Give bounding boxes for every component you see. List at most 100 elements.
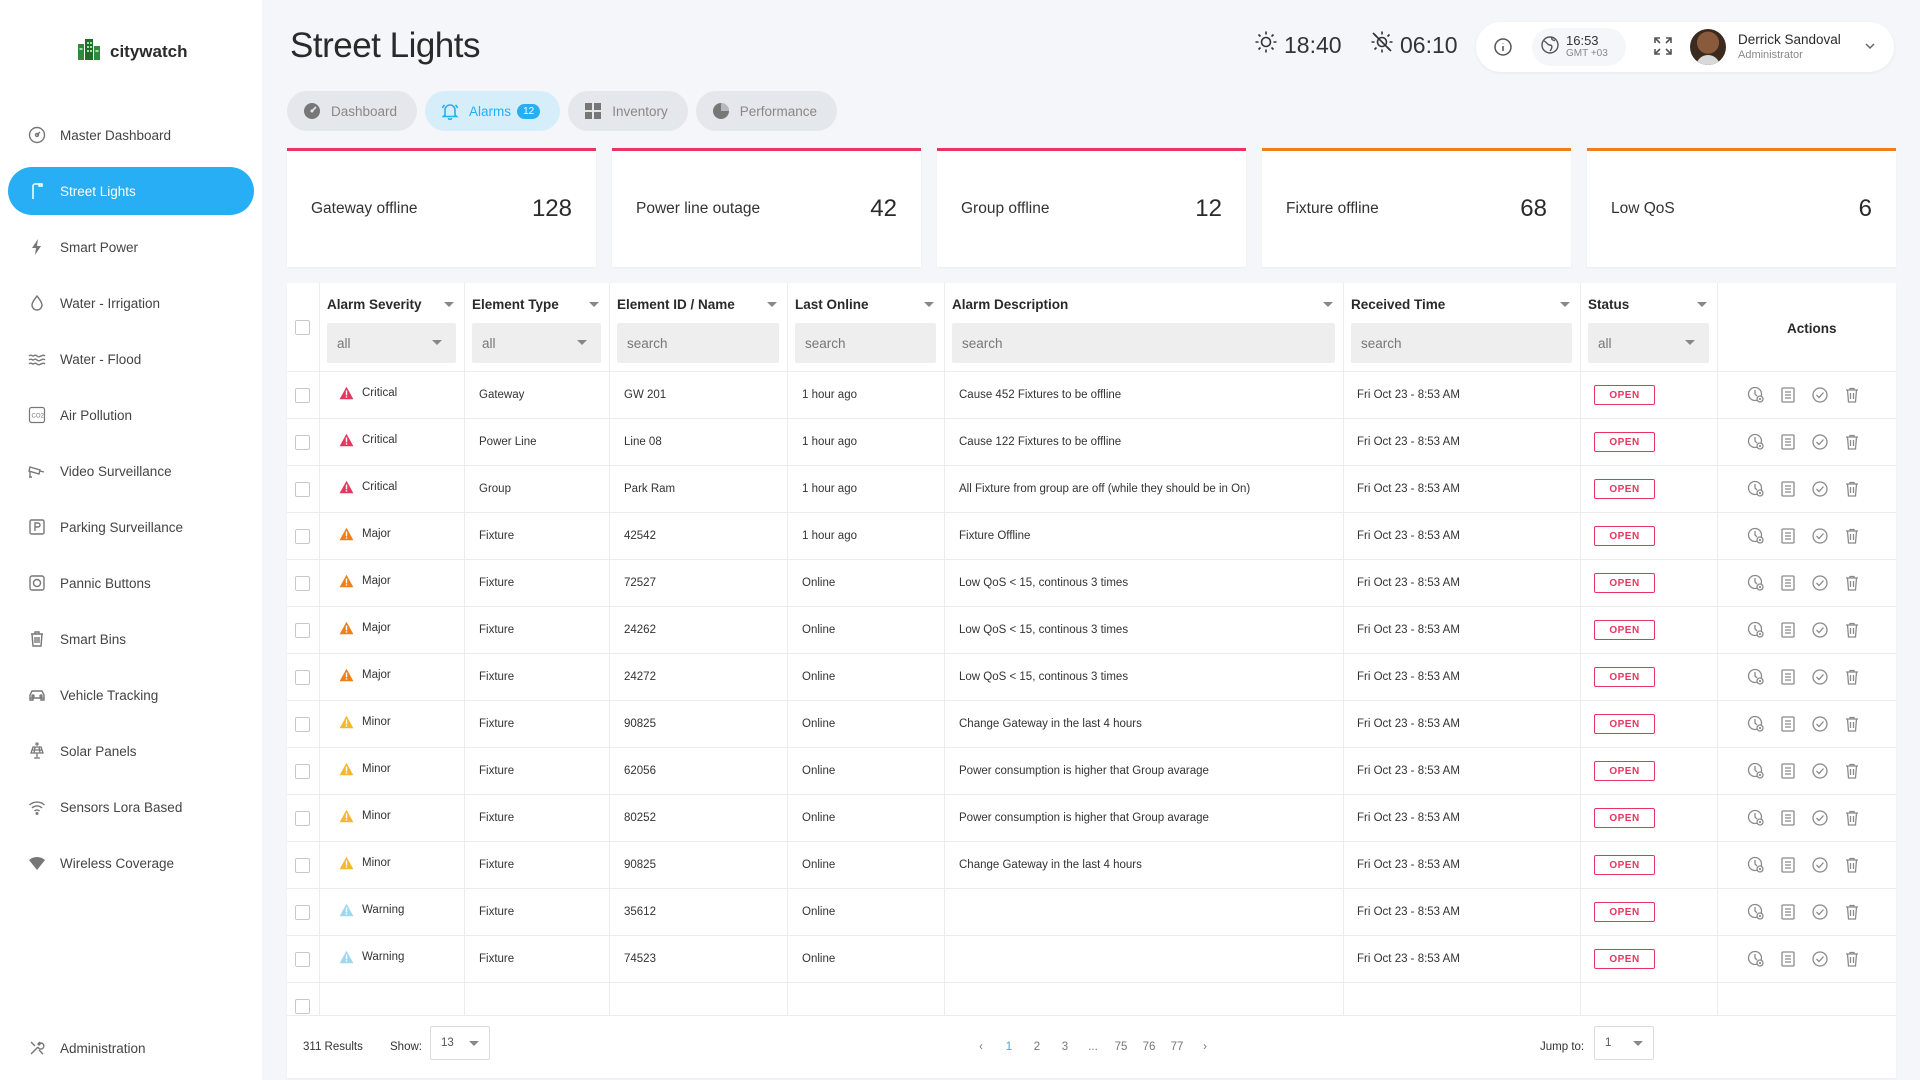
row-checkbox[interactable] <box>295 905 310 920</box>
row-checkbox[interactable] <box>295 999 310 1014</box>
details-icon[interactable] <box>1779 574 1797 592</box>
assign-icon[interactable] <box>1747 621 1765 639</box>
sidebar-item-sensors-lora-based[interactable]: Sensors Lora Based <box>8 783 254 831</box>
status-badge[interactable]: OPEN <box>1594 573 1655 593</box>
table-row[interactable]: Critical Gateway GW 201 1 hour ago Cause 452… <box>287 371 1896 418</box>
acknowledge-icon[interactable] <box>1811 856 1829 874</box>
details-icon[interactable] <box>1779 903 1797 921</box>
table-row[interactable]: Minor Fixture 90825 Online Change Gateway in… <box>287 841 1896 888</box>
sidebar-item-street-lights[interactable]: Street Lights <box>8 167 254 215</box>
column-header-element-type[interactable]: Element Type <box>472 297 559 312</box>
sidebar-item-vehicle-tracking[interactable]: Vehicle Tracking <box>8 671 254 719</box>
row-checkbox[interactable] <box>295 576 310 591</box>
row-checkbox[interactable] <box>295 623 310 638</box>
filter-element-type[interactable]: all <box>472 323 601 363</box>
status-badge[interactable]: OPEN <box>1594 526 1655 546</box>
delete-icon[interactable] <box>1843 762 1861 780</box>
app-logo[interactable]: citywatch <box>76 36 187 67</box>
table-row[interactable]: Critical Group Park Ram 1 hour ago All Fixtu… <box>287 465 1896 512</box>
assign-icon[interactable] <box>1747 527 1765 545</box>
status-badge[interactable]: OPEN <box>1594 620 1655 640</box>
acknowledge-icon[interactable] <box>1811 386 1829 404</box>
page-size-select[interactable]: 13 <box>430 1026 490 1060</box>
details-icon[interactable] <box>1779 715 1797 733</box>
status-badge[interactable]: OPEN <box>1594 808 1655 828</box>
table-row[interactable]: Major Fixture 72527 Online Low QoS < 15, con… <box>287 559 1896 606</box>
details-icon[interactable] <box>1779 668 1797 686</box>
delete-icon[interactable] <box>1843 856 1861 874</box>
tab-alarms[interactable]: Alarms 12 <box>425 91 561 131</box>
acknowledge-icon[interactable] <box>1811 433 1829 451</box>
delete-icon[interactable] <box>1843 715 1861 733</box>
details-icon[interactable] <box>1779 480 1797 498</box>
acknowledge-icon[interactable] <box>1811 762 1829 780</box>
assign-icon[interactable] <box>1747 762 1765 780</box>
column-header-received-time[interactable]: Received Time <box>1351 297 1445 312</box>
sort-caret-icon[interactable] <box>589 302 599 307</box>
sidebar-item-air-pollution[interactable]: CO2 Air Pollution <box>8 391 254 439</box>
jump-to-select[interactable]: 1 <box>1594 1026 1654 1060</box>
world-clock[interactable]: 16:53 GMT +03 <box>1532 28 1626 66</box>
table-row[interactable]: Major Fixture 42542 1 hour ago Fixture Offli… <box>287 512 1896 559</box>
row-checkbox[interactable] <box>295 764 310 779</box>
assign-icon[interactable] <box>1747 574 1765 592</box>
filter-status[interactable]: all <box>1588 323 1709 363</box>
kpi-card[interactable]: Power line outage 42 <box>612 148 921 267</box>
delete-icon[interactable] <box>1843 903 1861 921</box>
sidebar-item-video-surveillance[interactable]: Video Surveillance <box>8 447 254 495</box>
page-button[interactable]: 1 <box>995 1041 1023 1053</box>
tab-inventory[interactable]: Inventory <box>568 91 688 131</box>
delete-icon[interactable] <box>1843 527 1861 545</box>
assign-icon[interactable] <box>1747 480 1765 498</box>
row-checkbox[interactable] <box>295 388 310 403</box>
sort-caret-icon[interactable] <box>1697 302 1707 307</box>
row-checkbox[interactable] <box>295 670 310 685</box>
delete-icon[interactable] <box>1843 480 1861 498</box>
row-checkbox[interactable] <box>295 435 310 450</box>
status-badge[interactable]: OPEN <box>1594 667 1655 687</box>
acknowledge-icon[interactable] <box>1811 621 1829 639</box>
status-badge[interactable]: OPEN <box>1594 949 1655 969</box>
tab-dashboard[interactable]: Dashboard <box>287 91 418 131</box>
info-icon[interactable] <box>1490 34 1516 60</box>
tab-performance[interactable]: Performance <box>695 91 838 131</box>
assign-icon[interactable] <box>1747 668 1765 686</box>
acknowledge-icon[interactable] <box>1811 480 1829 498</box>
delete-icon[interactable] <box>1843 386 1861 404</box>
row-checkbox[interactable] <box>295 482 310 497</box>
sort-caret-icon[interactable] <box>767 302 777 307</box>
filter-alarm-severity[interactable]: all <box>327 323 456 363</box>
next-page-button[interactable]: › <box>1191 1041 1219 1053</box>
sidebar-item-parking-surveillance[interactable]: Parking Surveillance <box>8 503 254 551</box>
prev-page-button[interactable]: ‹ <box>967 1041 995 1053</box>
sidebar-item-water-irrigation[interactable]: Water - Irrigation <box>8 279 254 327</box>
sort-caret-icon[interactable] <box>444 302 454 307</box>
sidebar-item-administration[interactable]: Administration <box>8 1024 254 1072</box>
sidebar-item-master-dashboard[interactable]: Master Dashboard <box>8 111 254 159</box>
row-checkbox[interactable] <box>295 811 310 826</box>
delete-icon[interactable] <box>1843 950 1861 968</box>
acknowledge-icon[interactable] <box>1811 809 1829 827</box>
acknowledge-icon[interactable] <box>1811 574 1829 592</box>
page-button[interactable]: 3 <box>1051 1041 1079 1053</box>
filter-received-time[interactable]: search <box>1351 323 1572 363</box>
avatar[interactable] <box>1690 29 1726 65</box>
select-all-checkbox[interactable] <box>295 320 310 335</box>
column-header-status[interactable]: Status <box>1588 297 1629 312</box>
sort-caret-icon[interactable] <box>924 302 934 307</box>
sidebar-item-water-flood[interactable]: Water - Flood <box>8 335 254 383</box>
delete-icon[interactable] <box>1843 433 1861 451</box>
status-badge[interactable]: OPEN <box>1594 385 1655 405</box>
details-icon[interactable] <box>1779 386 1797 404</box>
sidebar-item-pannic-buttons[interactable]: Pannic Buttons <box>8 559 254 607</box>
page-button[interactable]: 75 <box>1107 1041 1135 1053</box>
sidebar-item-smart-bins[interactable]: Smart Bins <box>8 615 254 663</box>
status-badge[interactable]: OPEN <box>1594 479 1655 499</box>
status-badge[interactable]: OPEN <box>1594 432 1655 452</box>
row-checkbox[interactable] <box>295 717 310 732</box>
column-header-alarm-description[interactable]: Alarm Description <box>952 297 1068 312</box>
table-row[interactable]: Warning Fixture 74523 Online Fri Oct 23 - 8:… <box>287 935 1896 982</box>
table-row[interactable]: Minor Fixture 62056 Online Power consumption… <box>287 747 1896 794</box>
table-row[interactable]: Major Fixture 24262 Online Low QoS < 15, con… <box>287 606 1896 653</box>
assign-icon[interactable] <box>1747 809 1765 827</box>
